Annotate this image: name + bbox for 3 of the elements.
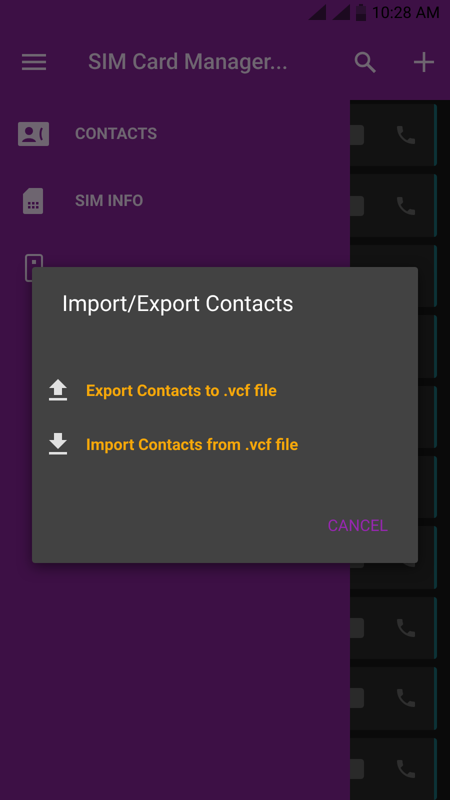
app-title: SIM Card Manager... xyxy=(88,50,289,74)
status-time: 10:28 AM xyxy=(372,2,440,22)
dialog-title: Import/Export Contacts xyxy=(62,292,294,317)
